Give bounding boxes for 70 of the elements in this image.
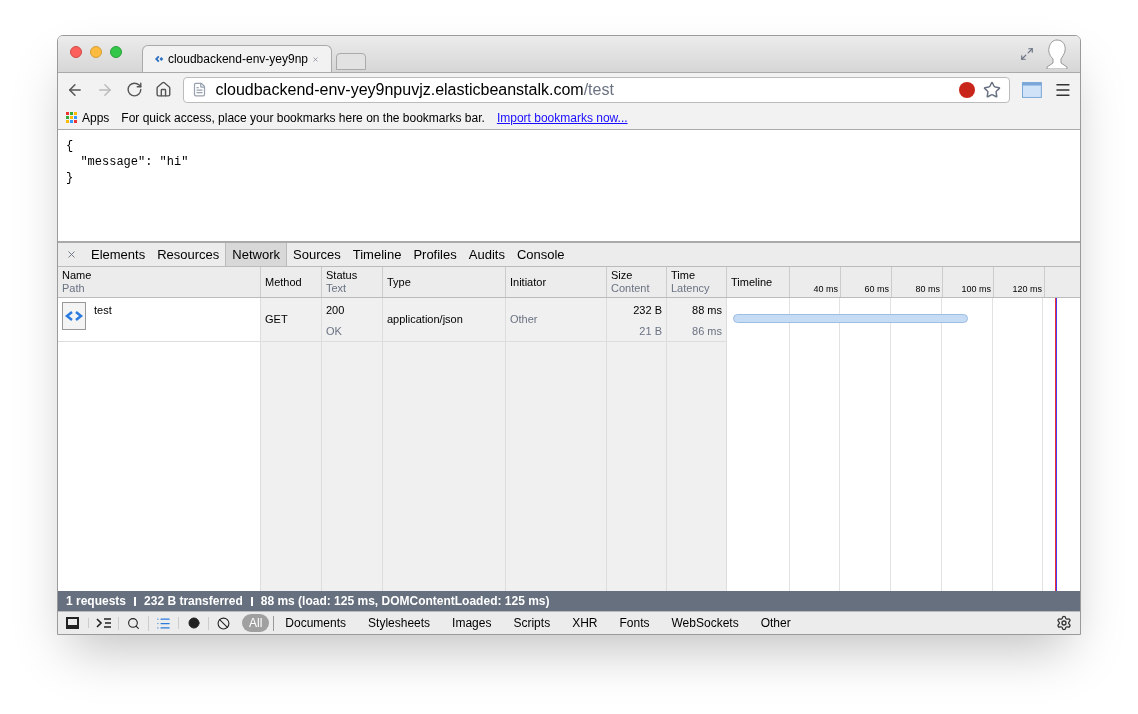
filter-button[interactable]: WebSockets [664,614,746,632]
timeline-tick: 40 ms [790,267,841,297]
tab-title: cloudbackend-env-yey9np [167,51,308,68]
record-icon[interactable] [187,617,200,629]
column-header[interactable]: Size Content [607,267,667,297]
timeline-tick: 60 ms [841,267,892,297]
apps-grid-icon[interactable] [66,111,78,124]
json-line: } [66,170,75,186]
browser-tab[interactable]: cloudbackend-env-yey9np [142,45,332,72]
column-header[interactable]: Name Path [58,267,261,297]
content-size-cell-text: 21 B [639,323,662,339]
filter-button[interactable]: Fonts [612,614,657,632]
initiator-cell-text: Other [510,312,539,328]
time-cell-text: 88 ms [692,303,722,318]
json-line: { [66,138,75,154]
summary-text: 1 requests [66,593,127,610]
bookmarks-hint: For quick access, place your bookmarks here on the bookmarks bar. [121,109,485,127]
star-icon[interactable] [983,80,1002,99]
devtools-tab[interactable]: Resources [151,243,226,266]
close-icon[interactable] [66,249,77,260]
column-header[interactable]: Method [261,267,322,297]
address-bar[interactable]: cloudbackend-env-yey9npuvjz.elasticbeanstalk.com/test [183,76,1011,103]
maximize-window-button[interactable] [110,46,122,58]
column-header[interactable]: Timeline [727,267,790,297]
close-window-button[interactable] [70,46,82,58]
list-icon[interactable] [156,615,171,631]
method-cell-text: GET [265,312,289,328]
reload-icon[interactable] [125,81,143,98]
summary-text: 232 B transferred [144,593,243,610]
column-header[interactable]: Time Latency [667,267,727,297]
url-text: cloudbackend-env-yey9npuvjz.elasticbeanstalk.com/test [215,79,614,100]
import-bookmarks-link[interactable]: Import bookmarks now... [496,108,628,127]
timeline-tick: 100 ms [943,267,994,297]
home-icon[interactable] [154,81,172,98]
json-line: "message": "hi" [79,154,190,170]
filter-button[interactable]: Images [445,614,499,632]
devtools-tab[interactable]: Console [510,243,571,266]
column-header[interactable]: Initiator [506,267,607,297]
filter-button[interactable]: Documents [278,614,354,632]
column-header[interactable]: Status Text [322,267,383,297]
filter-button[interactable]: Scripts [506,614,558,632]
devtools-tab[interactable]: Profiles [407,243,463,266]
filter-button[interactable]: Other [753,614,798,632]
search-icon[interactable] [127,616,140,630]
latency-cell-text: 86 ms [692,323,722,339]
devtools-tab[interactable]: Sources [287,243,347,266]
dock-icon[interactable] [66,617,80,629]
apps-link[interactable]: Apps [82,108,110,127]
clear-icon[interactable] [217,616,230,630]
request-name[interactable]: test [94,302,112,330]
devtools-tab[interactable]: Timeline [346,243,408,266]
console-icon[interactable] [95,618,112,628]
devtools-tab[interactable]: Network [225,243,288,266]
settings-icon[interactable] [1056,615,1072,631]
column-header[interactable]: Type [383,267,506,297]
code-file-icon [62,302,86,330]
status-text: OK [326,323,343,339]
type-cell-text: application/json [387,312,464,328]
fullscreen-icon[interactable] [1020,47,1034,61]
summary-text: 88 ms (load: 125 ms, DOMContentLoaded: 125 ms) [260,593,550,610]
filter-button[interactable]: XHR [565,614,605,632]
page-icon [192,82,208,97]
timeline-tick: 80 ms [892,267,943,297]
devtools-tab[interactable]: Audits [462,243,511,266]
filter-button[interactable]: Stylesheets [361,614,438,632]
size-cell-text: 232 B [633,303,662,318]
diamond-icon [155,53,164,65]
timeline-tick: 120 ms [994,267,1045,297]
status-code: 200 [326,303,346,318]
devtools-tab[interactable]: Elements [85,243,152,266]
